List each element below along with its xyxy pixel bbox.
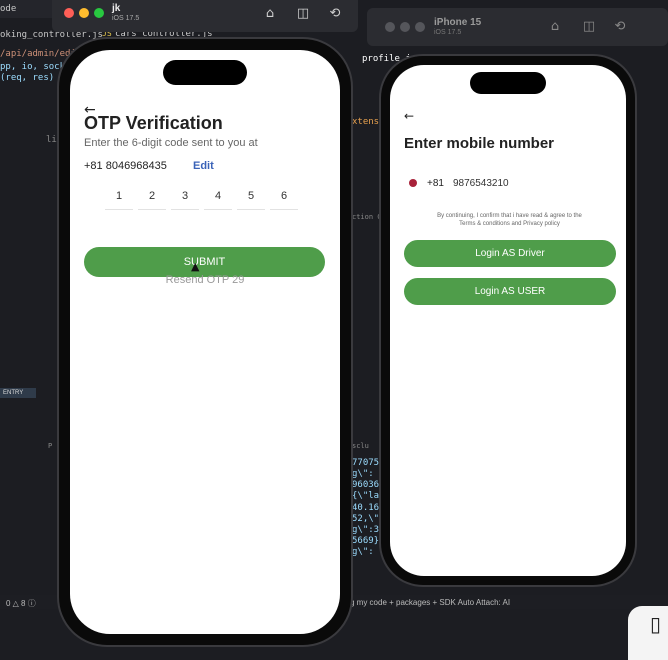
page-title: OTP Verification xyxy=(84,113,223,133)
output-line-4: {\"la xyxy=(352,491,380,501)
code-line-2: (req, res) = xyxy=(0,73,66,83)
otp-digit-field[interactable]: 1 xyxy=(105,184,133,210)
simulator-os-version: iOS 17.5 xyxy=(434,29,462,36)
close-window-button[interactable] xyxy=(64,8,74,18)
country-flag-icon[interactable] xyxy=(409,179,417,187)
minimize-window-button[interactable] xyxy=(400,22,410,32)
resend-otp-countdown[interactable]: Resend OTP 29 xyxy=(70,274,340,286)
simulator-device-name: jk xyxy=(112,3,121,14)
simulator-titlebar-right: iPhone 15 iOS 17.5 ⌂ ◫ ⟲ xyxy=(367,8,668,46)
close-window-button[interactable] xyxy=(385,22,395,32)
iphone-frame-right: ← Enter mobile number +81 9876543210 By … xyxy=(379,54,637,587)
simulator-os-version: iOS 17.5 xyxy=(112,15,140,22)
otp-screen: ← OTP Verification Enter the 6-digit cod… xyxy=(70,50,340,634)
submit-button[interactable]: SUBMIT xyxy=(84,247,325,277)
status-problems[interactable]: 0 △ 8 ⓘ xyxy=(6,598,36,609)
zoom-window-button[interactable] xyxy=(415,22,425,32)
iphone-frame-left: ← OTP Verification Enter the 6-digit cod… xyxy=(57,37,353,647)
mobile-number-input[interactable]: 9876543210 xyxy=(453,178,509,189)
rotate-icon[interactable]: ⟲ xyxy=(612,19,628,35)
status-debug-info[interactable]: g my code + packages + SDK Auto Attach: … xyxy=(350,598,510,607)
login-user-button[interactable]: Login AS USER xyxy=(404,278,616,305)
home-icon[interactable]: ⌂ xyxy=(547,19,563,35)
otp-digit-field[interactable]: 6 xyxy=(270,184,298,210)
otp-phone-number: +81 8046968435 xyxy=(84,160,167,172)
otp-digit-field[interactable]: 5 xyxy=(237,184,265,210)
otp-digit-field[interactable]: 3 xyxy=(171,184,199,210)
action-label: ction C xyxy=(352,213,382,221)
login-driver-button[interactable]: Login AS Driver xyxy=(404,240,616,267)
mouse-cursor-icon: ▲ xyxy=(191,260,200,273)
document-icon: ▯ xyxy=(650,612,662,636)
zoom-window-button[interactable] xyxy=(94,8,104,18)
otp-digit-field[interactable]: 4 xyxy=(204,184,232,210)
login-screen: ← Enter mobile number +81 9876543210 By … xyxy=(390,65,626,576)
output-line-9: g\": xyxy=(352,547,374,557)
edit-phone-link[interactable]: Edit xyxy=(193,160,214,172)
home-icon[interactable]: ⌂ xyxy=(262,6,278,22)
back-arrow-icon[interactable]: ← xyxy=(404,109,414,123)
screenshot-icon[interactable]: ◫ xyxy=(581,19,597,35)
screenshot-icon[interactable]: ◫ xyxy=(295,6,311,22)
otp-digit-field[interactable]: 2 xyxy=(138,184,166,210)
terms-line-1: By continuing, I confirm that i have rea… xyxy=(437,213,582,219)
dynamic-island xyxy=(163,60,247,85)
simulator-device-name: iPhone 15 xyxy=(434,17,482,28)
simulator-titlebar-left: jk iOS 17.5 ⌂ ◫ ⟲ xyxy=(52,0,358,32)
panel-label: P xyxy=(48,442,53,450)
output-line-5: 40.16 xyxy=(352,503,380,513)
panel-label-2: sclu xyxy=(352,442,369,450)
minimize-window-button[interactable] xyxy=(79,8,89,18)
output-line-8: 5669} xyxy=(352,536,380,546)
terms-notice: By continuing, I confirm that i have rea… xyxy=(404,212,615,228)
editor-tab-mode[interactable]: ode xyxy=(0,4,16,14)
terms-line-2[interactable]: Terms & conditions and Privacy policy xyxy=(404,220,615,228)
otp-subtitle: Enter the 6-digit code sent to you at xyxy=(84,137,258,149)
page-title: Enter mobile number xyxy=(404,135,555,152)
country-code[interactable]: +81 xyxy=(427,178,444,189)
output-line-2: g\": xyxy=(352,469,374,479)
output-line-1: 77075 xyxy=(352,458,380,468)
entry-badge: ENTRY xyxy=(0,388,36,398)
corner-widget[interactable]: ▯ xyxy=(628,606,668,660)
rotate-icon[interactable]: ⟲ xyxy=(327,6,343,22)
output-line-6: 52,\" xyxy=(352,514,380,524)
dynamic-island xyxy=(470,72,546,94)
